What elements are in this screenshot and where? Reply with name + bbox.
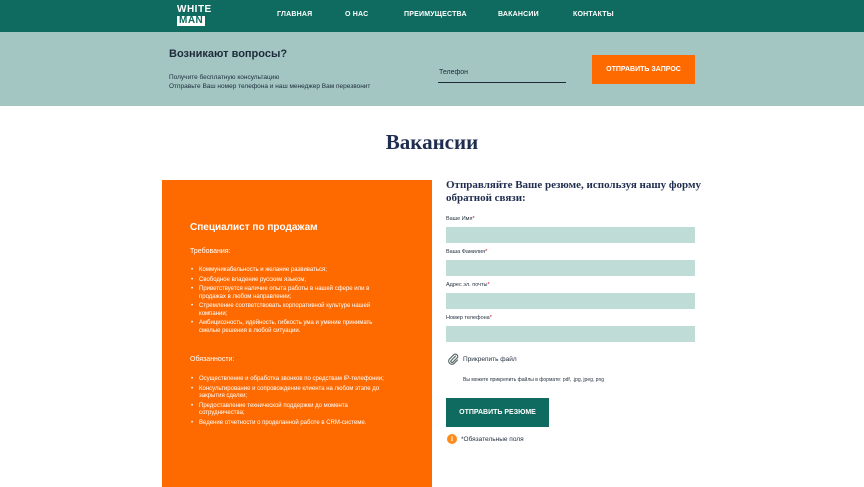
page-title: Вакансии — [385, 130, 479, 154]
last-name-label-text: Ваша Фамилия — [446, 249, 486, 255]
list-item: Предоставление технической поддержки до … — [190, 403, 395, 418]
nav-item-advantages[interactable]: ПРЕИМУЩЕСТВА — [404, 11, 467, 18]
callback-phone-input[interactable] — [438, 63, 566, 83]
email-label-text: Адрес эл. почты — [446, 282, 488, 288]
logo[interactable]: WHITE MAN — [177, 5, 215, 27]
list-item: Консультирование и сопровождение клиента… — [190, 386, 395, 401]
callback-text-line1: Получите бесплатную консультацию — [169, 74, 280, 81]
callback-text: Получите бесплатную консультацию Отправь… — [169, 73, 370, 91]
required-mark: * — [487, 282, 490, 288]
vacancy-title: Специалист по продажам — [190, 222, 318, 233]
nav-item-about[interactable]: О НАС — [345, 11, 368, 18]
callback-band — [0, 32, 864, 106]
nav-item-contacts[interactable]: КОНТАКТЫ — [573, 11, 614, 18]
form-title: Отправляйте Ваше резюме, используя нашу … — [446, 179, 701, 204]
email-label: Адрес эл. почты* — [446, 282, 490, 288]
logo-line1: WHITE — [177, 4, 212, 15]
paperclip-icon[interactable] — [447, 353, 459, 365]
send-request-button[interactable]: ОТПРАВИТЬ ЗАПРОС — [592, 55, 695, 84]
callback-title: Возникают вопросы? — [169, 48, 288, 60]
logo-line2: MAN — [177, 15, 206, 26]
list-item: Амбициозность, идейность, гибкость ума и… — [190, 320, 395, 335]
duties-heading: Обязанности: — [190, 356, 235, 363]
required-mark: * — [489, 315, 492, 321]
email-field[interactable] — [446, 293, 695, 309]
requirements-heading: Требования: — [190, 248, 231, 255]
required-mark: * — [472, 216, 475, 222]
nav-item-home[interactable]: ГЛАВНАЯ — [277, 11, 312, 18]
list-item: Коммуникабельность и желание развиваться… — [190, 267, 395, 275]
list-item: Стремление соответствовать корпоративной… — [190, 303, 395, 318]
phone-field[interactable] — [446, 326, 695, 342]
first-name-label-text: Ваше Имя — [446, 216, 473, 222]
list-item: Ведение отчетности о проделанной работе … — [190, 420, 395, 428]
send-resume-button[interactable]: ОТПРАВИТЬ РЕЗЮМЕ — [446, 398, 549, 427]
duties-list: Осуществление и обработка звонков по сре… — [190, 376, 395, 429]
first-name-label: Ваше Имя* — [446, 216, 475, 222]
first-name-field[interactable] — [446, 227, 695, 243]
info-icon: i — [447, 434, 457, 444]
phone-label-text: Номер телефона — [446, 315, 490, 321]
list-item: Осуществление и обработка звонков по сре… — [190, 376, 395, 384]
list-item: Приветствуется наличие опыта работы в на… — [190, 286, 395, 301]
last-name-field[interactable] — [446, 260, 695, 276]
last-name-label: Ваша Фамилия* — [446, 249, 487, 255]
phone-label: Номер телефона* — [446, 315, 492, 321]
required-note: *Обязательные поля — [461, 436, 524, 443]
top-navbar: WHITE MAN ГЛАВНАЯ О НАС ПРЕИМУЩЕСТВА ВАК… — [0, 0, 864, 32]
required-mark: * — [485, 249, 488, 255]
callback-text-line2: Отправьте Ваш номер телефона и наш менед… — [169, 83, 371, 90]
attach-file-link[interactable]: Прикрепить файл — [463, 356, 517, 363]
requirements-list: Коммуникабельность и желание развиваться… — [190, 267, 395, 337]
attach-hint: Вы можете прикрепить файлы в формате: pd… — [463, 377, 605, 383]
list-item: Свободное владение русским языком; — [190, 277, 395, 285]
nav-item-vacancies[interactable]: ВАКАНСИИ — [498, 11, 539, 18]
